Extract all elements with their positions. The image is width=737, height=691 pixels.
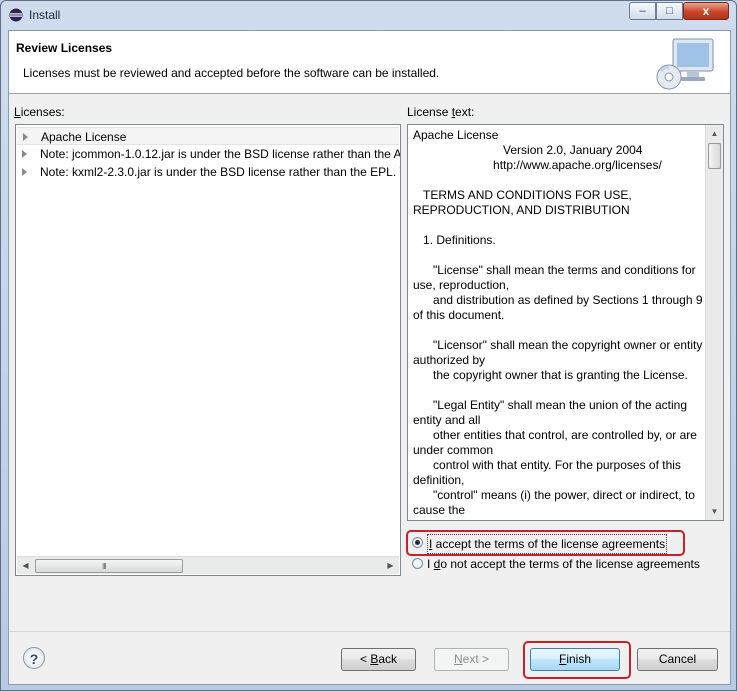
decline-label[interactable]: I do not accept the terms of the license… (427, 555, 700, 573)
accept-radio[interactable] (412, 537, 423, 548)
eclipse-icon (9, 8, 23, 22)
tree-item-label: Apache License (41, 130, 127, 144)
license-text: Apache License Version 2.0, January 2004… (413, 128, 703, 517)
dialog-header: Review Licenses Licenses must be reviewe… (9, 31, 730, 94)
expand-triangle-icon[interactable] (22, 168, 27, 176)
footer-divider (9, 631, 730, 632)
vertical-scrollbar[interactable]: ▲ ▼ (705, 125, 723, 520)
license-text-label: License text: (407, 105, 474, 119)
horizontal-scrollbar[interactable]: ◀ III ▶ (17, 556, 399, 574)
accept-label[interactable]: I accept the terms of the license agreem… (427, 534, 668, 554)
license-text-label-post: ext: (455, 105, 475, 119)
install-window: Install – □ x Review Licenses Licenses m… (0, 0, 737, 691)
scroll-up-icon[interactable]: ▲ (706, 125, 723, 142)
decline-label-pre: I (427, 557, 434, 571)
maximize-button[interactable]: □ (656, 2, 683, 20)
license-text-label-pre: License (407, 105, 452, 119)
tree-item-label: Note: jcommon-1.0.12.jar is under the BS… (40, 147, 401, 161)
page-title: Review Licenses (16, 41, 113, 55)
decline-label-post: o not accept the terms of the license ag… (440, 557, 700, 571)
decline-radio[interactable] (412, 558, 423, 569)
close-button[interactable]: x (683, 2, 729, 20)
licenses-label: Licenses: (14, 105, 65, 119)
minimize-button[interactable]: – (629, 2, 656, 20)
window-title: Install (29, 8, 61, 22)
licenses-label-rest: icenses: (20, 105, 65, 119)
horizontal-scroll-thumb[interactable]: III (35, 559, 183, 573)
cancel-button[interactable]: Cancel (637, 648, 718, 671)
next-label-mnemonic: N (453, 652, 463, 666)
install-monitor-icon (656, 38, 714, 90)
scroll-grip-icon: III (102, 562, 107, 571)
scroll-left-icon[interactable]: ◀ (17, 557, 34, 574)
accept-label-rest: accept the terms of the license agreemen… (432, 537, 666, 551)
finish-label-rest: inish (566, 652, 592, 666)
vertical-scroll-thumb[interactable] (708, 143, 721, 169)
licenses-label-mnemonic: L (14, 105, 21, 119)
license-text-area[interactable]: Apache License Version 2.0, January 2004… (407, 124, 724, 521)
licenses-tree[interactable]: Apache License Note: jcommon-1.0.12.jar … (15, 124, 401, 576)
title-bar[interactable]: Install – □ x (1, 1, 736, 29)
next-label-rest: ext > (462, 652, 490, 666)
tree-item[interactable]: Apache License (17, 127, 399, 145)
dialog-body: Review Licenses Licenses must be reviewe… (8, 30, 731, 685)
page-description: Licenses must be reviewed and accepted b… (23, 66, 440, 80)
scroll-down-icon[interactable]: ▼ (706, 503, 723, 520)
back-label-post: ack (378, 652, 398, 666)
back-label-pre: < (359, 652, 371, 666)
next-button[interactable]: Next > (434, 648, 509, 671)
finish-button[interactable]: Finish (530, 648, 620, 671)
help-icon[interactable]: ? (23, 647, 45, 669)
expand-triangle-icon[interactable] (23, 133, 28, 141)
scroll-right-icon[interactable]: ▶ (382, 557, 399, 574)
back-button[interactable]: < Back (341, 648, 416, 671)
tree-item-label: Note: kxml2-2.3.0.jar is under the BSD l… (40, 165, 401, 179)
expand-triangle-icon[interactable] (22, 150, 27, 158)
